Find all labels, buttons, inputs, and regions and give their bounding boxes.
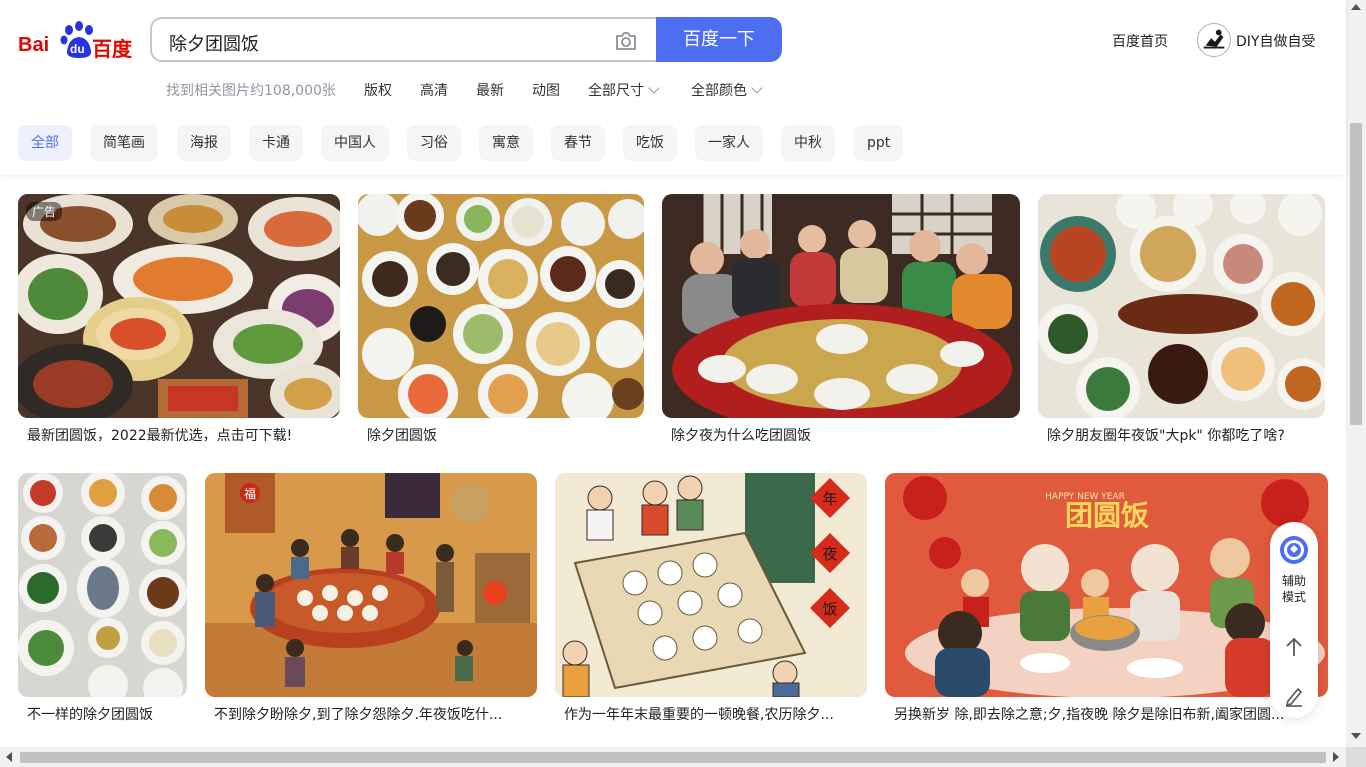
scrollbar-corner	[1346, 747, 1366, 767]
tag-item[interactable]: 海报	[177, 125, 231, 161]
accessibility-label-line: 辅助	[1281, 574, 1306, 588]
result-caption[interactable]: 最新团圆饭，2022最新优选，点击可下载!	[27, 425, 337, 445]
ad-badge: 广告	[26, 202, 63, 221]
header: Bai du 百度 除夕团圆饭 百度一下 百度首页 DIY自做自受 找到相关图片…	[0, 0, 1346, 175]
result-image[interactable]: 年 夜 饭	[555, 473, 867, 697]
filter-color-dropdown[interactable]: 全部颜色	[691, 80, 763, 100]
tag-item[interactable]: ppt	[854, 125, 904, 161]
scrollbar-thumb[interactable]	[20, 752, 1326, 763]
result-card[interactable]: HAPPY NEW YEAR 团圆饭 另换新岁 除,即去除之意;夕,指夜晚 除夕…	[885, 473, 1328, 727]
search-button[interactable]: 百度一下	[656, 17, 782, 62]
dishes-overhead-photo	[1038, 194, 1325, 418]
result-caption[interactable]: 作为一年年末最重要的一顿晚餐,农历除夕...	[564, 704, 854, 724]
scroll-left-icon[interactable]	[6, 752, 12, 762]
result-card[interactable]: 不一样的除夕团圆饭	[18, 473, 187, 727]
result-caption[interactable]: 不到除夕盼除夕,到了除夕怨除夕.年夜饭吃什...	[214, 704, 516, 724]
dishes-grid-photo	[18, 473, 187, 697]
tag-item[interactable]: 中国人	[321, 125, 389, 161]
result-card[interactable]: 福 不到除夕盼除夕,到了除夕怨除夕.年夜饭吃什...	[205, 473, 537, 727]
filter-color-label: 全部颜色	[691, 83, 747, 99]
logo-text-cn: 百度	[92, 37, 132, 61]
food-table-photo	[358, 194, 644, 418]
result-image[interactable]	[1038, 194, 1325, 418]
back-to-top-icon[interactable]	[1284, 636, 1304, 658]
couplet-char: 饭	[822, 600, 837, 618]
result-card[interactable]: 除夕夜为什么吃团圆饭	[662, 194, 1020, 448]
baidu-home-link[interactable]: 百度首页	[1112, 31, 1168, 51]
tag-item[interactable]: 寓意	[479, 125, 533, 161]
accessibility-label[interactable]: 辅助 模式	[1270, 573, 1318, 605]
couplet-char: 夜	[822, 545, 837, 563]
filter-copyright[interactable]: 版权	[364, 80, 392, 100]
tag-item[interactable]: 卡通	[249, 125, 303, 161]
search-bar: 除夕团圆饭 百度一下	[150, 17, 782, 62]
result-count: 找到相关图片约108,000张	[166, 83, 336, 99]
baidu-logo[interactable]: Bai du 百度	[18, 20, 133, 61]
tag-item[interactable]: 简笔画	[90, 125, 158, 161]
food-platter-photo	[18, 194, 340, 418]
result-image[interactable]: 福	[205, 473, 537, 697]
new-year-dinner-illustration: 年 夜 饭	[555, 473, 867, 697]
search-query: 除夕团圆饭	[169, 34, 259, 55]
couplet-char: 年	[822, 490, 837, 508]
camera-icon[interactable]	[614, 30, 638, 52]
scrollbar-thumb[interactable]	[1350, 123, 1362, 425]
result-caption[interactable]: 除夕夜为什么吃团圆饭	[671, 425, 1019, 445]
scroll-right-icon[interactable]	[1333, 752, 1339, 762]
scroll-down-icon[interactable]	[1351, 733, 1361, 739]
tag-all[interactable]: 全部	[18, 125, 72, 161]
chevron-down-icon	[648, 82, 660, 94]
logo-text-du: du	[70, 42, 85, 56]
result-image[interactable]	[18, 473, 187, 697]
page: Bai du 百度 除夕团圆饭 百度一下 百度首页 DIY自做自受 找到相关图片…	[0, 0, 1366, 767]
side-toolbar: 辅助 模式	[1270, 522, 1318, 718]
filter-latest[interactable]: 最新	[476, 80, 504, 100]
result-caption[interactable]: 除夕朋友圈年夜饭"大pk" 你都吃了啥?	[1047, 425, 1324, 445]
tag-item[interactable]: 吃饭	[623, 125, 677, 161]
result-caption[interactable]: 不一样的除夕团圆饭	[27, 704, 186, 724]
result-card[interactable]: 年 夜 饭 作为一年年末最重要的一顿晚餐,农历除夕...	[555, 473, 867, 727]
result-image[interactable]: HAPPY NEW YEAR 团圆饭	[885, 473, 1328, 697]
vertical-scrollbar[interactable]	[1346, 0, 1366, 747]
logo-text-bai: Bai	[18, 34, 50, 56]
tag-item[interactable]: 春节	[551, 125, 605, 161]
family-dinner-illustration: 福	[205, 473, 537, 697]
poster-title-text: 团圆饭	[1065, 499, 1149, 532]
result-image[interactable]	[358, 194, 644, 418]
avatar[interactable]	[1197, 23, 1231, 57]
edit-icon[interactable]	[1284, 685, 1304, 707]
filter-size-label: 全部尺寸	[588, 83, 644, 99]
result-card[interactable]: 除夕团圆饭	[358, 194, 644, 448]
filter-animated[interactable]: 动图	[532, 80, 560, 100]
family-dinner-photo	[662, 194, 1020, 418]
result-image[interactable]: 广告	[18, 194, 340, 418]
accessibility-label-line: 模式	[1281, 590, 1306, 604]
result-caption[interactable]: 另换新岁 除,即去除之意;夕,指夜晚 除夕是除旧布新,阖家团圆...	[894, 704, 1304, 724]
horizontal-scrollbar[interactable]	[0, 747, 1346, 767]
result-image[interactable]	[662, 194, 1020, 418]
accessibility-icon[interactable]	[1279, 535, 1309, 565]
chevron-down-icon	[751, 82, 763, 94]
door-sign-text: 福	[244, 486, 256, 501]
user-name[interactable]: DIY自做自受	[1236, 31, 1315, 51]
tag-item[interactable]: 一家人	[695, 125, 763, 161]
filter-hd[interactable]: 高清	[420, 80, 448, 100]
scroll-up-icon[interactable]	[1351, 4, 1361, 10]
result-caption[interactable]: 除夕团圆饭	[367, 425, 643, 445]
result-card[interactable]: 除夕朋友圈年夜饭"大pk" 你都吃了啥?	[1038, 194, 1325, 448]
tag-item[interactable]: 中秋	[781, 125, 835, 161]
reunion-dinner-poster: HAPPY NEW YEAR 团圆饭	[885, 473, 1328, 697]
tag-item[interactable]: 习俗	[407, 125, 461, 161]
filter-size-dropdown[interactable]: 全部尺寸	[588, 80, 660, 100]
search-input[interactable]: 除夕团圆饭	[150, 17, 660, 62]
result-card[interactable]: 广告 最新团圆饭，2022最新优选，点击可下载!	[18, 194, 340, 448]
